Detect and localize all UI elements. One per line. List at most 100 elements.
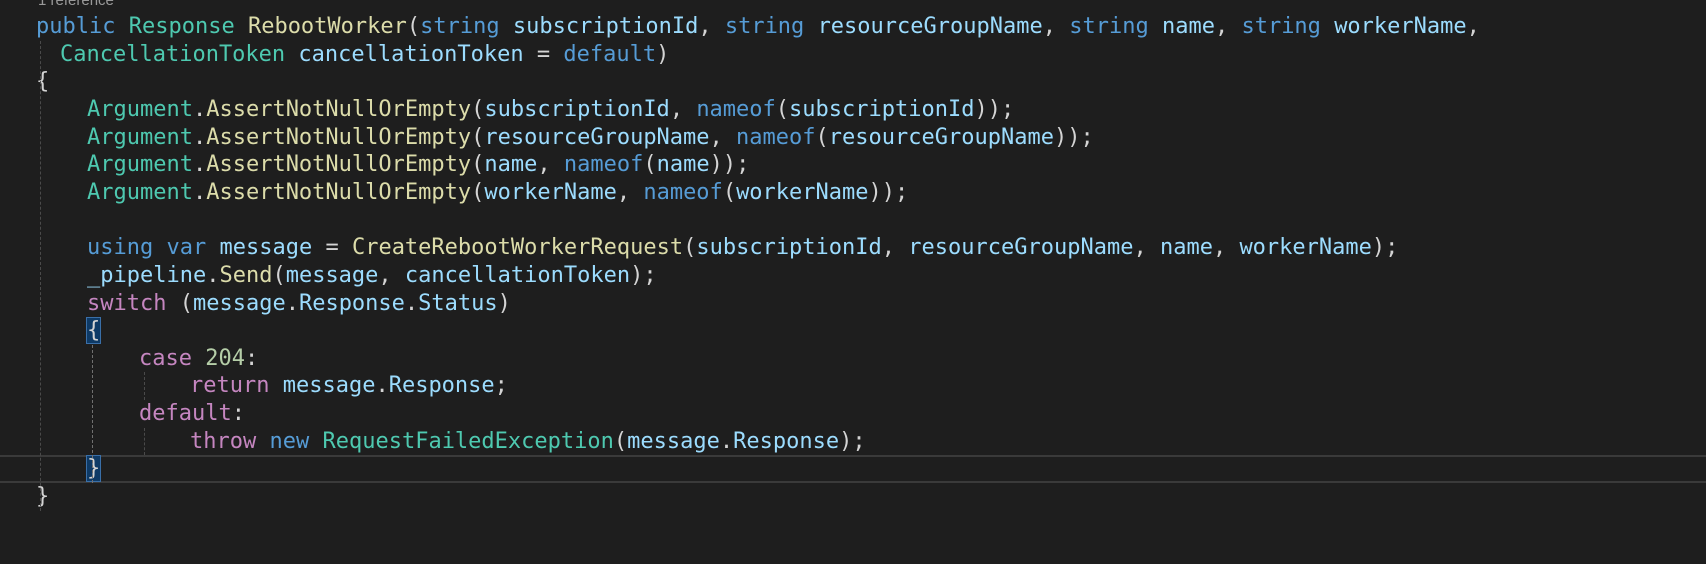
code-line[interactable]: default: <box>0 400 1706 428</box>
code-line[interactable]: Argument.AssertNotNullOrEmpty(resourceGr… <box>0 124 1706 152</box>
code-token: Response <box>128 14 235 39</box>
code-line-content: Argument.AssertNotNullOrEmpty(name, name… <box>87 151 749 179</box>
code-token: : <box>231 401 245 427</box>
code-token: string <box>1241 14 1321 39</box>
matched-bracket: } <box>85 455 102 483</box>
code-token: ( <box>166 290 193 316</box>
code-line[interactable]: CancellationToken cancellationToken = de… <box>0 41 1706 69</box>
code-token: ) <box>656 41 670 67</box>
code-token: throw <box>190 428 257 454</box>
code-token: message <box>192 290 286 316</box>
code-line[interactable]: _pipeline.Send(message, cancellationToke… <box>0 262 1706 290</box>
code-token: workerName <box>1334 14 1467 39</box>
code-token: default <box>563 41 657 67</box>
code-line[interactable]: return message.Response; <box>0 372 1706 400</box>
code-token: CreateRebootWorkerRequest <box>351 235 684 261</box>
code-token: . <box>375 373 389 399</box>
code-token: , <box>378 262 405 288</box>
code-token: nameof <box>563 152 644 178</box>
code-token: name <box>1159 235 1213 261</box>
code-token: Argument <box>87 96 193 122</box>
code-token: , <box>709 124 737 150</box>
indent-guide <box>144 427 145 456</box>
code-token: AssertNotNullOrEmpty <box>206 124 472 150</box>
code-line[interactable]: throw new RequestFailedException(message… <box>0 428 1706 456</box>
code-token: ) <box>497 290 511 316</box>
code-token: resourceGroupName <box>817 14 1043 39</box>
code-token: AssertNotNullOrEmpty <box>206 152 472 178</box>
code-line[interactable]: Argument.AssertNotNullOrEmpty(name, name… <box>0 151 1706 179</box>
code-token: message <box>219 235 313 261</box>
code-line-content: { <box>36 68 49 96</box>
code-token: . <box>719 428 734 454</box>
code-token: , <box>669 96 697 122</box>
code-line[interactable]: public Response RebootWorker(string subs… <box>0 13 1706 41</box>
code-line-content: Argument.AssertNotNullOrEmpty(workerName… <box>87 179 908 207</box>
code-line[interactable]: Argument.AssertNotNullOrEmpty(workerName… <box>0 179 1706 207</box>
code-token: )); <box>709 152 750 178</box>
code-token: ( <box>722 179 737 205</box>
code-token: . <box>192 179 207 205</box>
code-token: , <box>1466 14 1480 39</box>
code-token: Response <box>733 428 840 454</box>
code-token: name <box>1161 14 1215 39</box>
code-line-content: } <box>36 483 49 511</box>
code-token: )); <box>1053 124 1094 150</box>
code-token: string <box>1069 14 1149 39</box>
code-token: ( <box>471 96 485 122</box>
code-token: var <box>166 235 207 261</box>
code-token: ; <box>494 373 508 399</box>
code-token: 204 <box>205 345 245 371</box>
code-line[interactable]: { <box>0 317 1706 345</box>
code-token: message <box>285 262 379 288</box>
code-line[interactable]: Argument.AssertNotNullOrEmpty(subscripti… <box>0 96 1706 124</box>
code-token: ( <box>406 14 421 39</box>
code-token: , <box>1133 235 1160 261</box>
code-line-content: using var message = CreateRebootWorkerRe… <box>87 234 1398 262</box>
code-line[interactable]: using var message = CreateRebootWorkerRe… <box>0 234 1706 262</box>
code-token: string <box>724 14 805 39</box>
code-token: Argument <box>87 124 193 150</box>
code-token: subscriptionId <box>484 96 670 122</box>
code-token: Argument <box>87 179 193 205</box>
code-line-content: _pipeline.Send(message, cancellationToke… <box>87 262 657 290</box>
code-line-content: throw new RequestFailedException(message… <box>190 428 866 456</box>
codelens-references[interactable]: 1 reference <box>38 0 114 10</box>
code-line[interactable]: } <box>0 455 1706 484</box>
code-token: , <box>616 179 644 205</box>
code-token: . <box>192 96 207 122</box>
code-token: Send <box>219 262 273 288</box>
code-token: ( <box>613 428 628 454</box>
code-token: return <box>190 373 270 399</box>
code-line[interactable]: case 204: <box>0 345 1706 373</box>
code-token: Response <box>298 290 405 316</box>
code-editor[interactable]: 1 reference public Response RebootWorker… <box>0 0 1706 564</box>
code-token: cancellationToken <box>404 262 631 288</box>
code-token: . <box>206 262 220 288</box>
code-token: . <box>192 124 207 150</box>
code-token: subscriptionId <box>789 96 975 122</box>
code-token: )); <box>868 179 909 205</box>
indent-guide <box>40 40 41 511</box>
code-line-content: CancellationToken cancellationToken = de… <box>60 41 669 69</box>
code-token: . <box>404 290 419 316</box>
code-token: name <box>484 152 538 178</box>
code-token: name <box>656 152 710 178</box>
indent-guide <box>92 344 93 484</box>
code-line[interactable]: switch (message.Response.Status) <box>0 290 1706 318</box>
code-line[interactable]: { <box>0 68 1706 96</box>
code-line[interactable] <box>0 207 1706 235</box>
code-token: message <box>627 428 720 454</box>
code-line[interactable]: } <box>0 483 1706 511</box>
code-token: , <box>1214 14 1242 39</box>
code-token: ( <box>272 262 286 288</box>
matched-bracket: { <box>85 317 102 345</box>
